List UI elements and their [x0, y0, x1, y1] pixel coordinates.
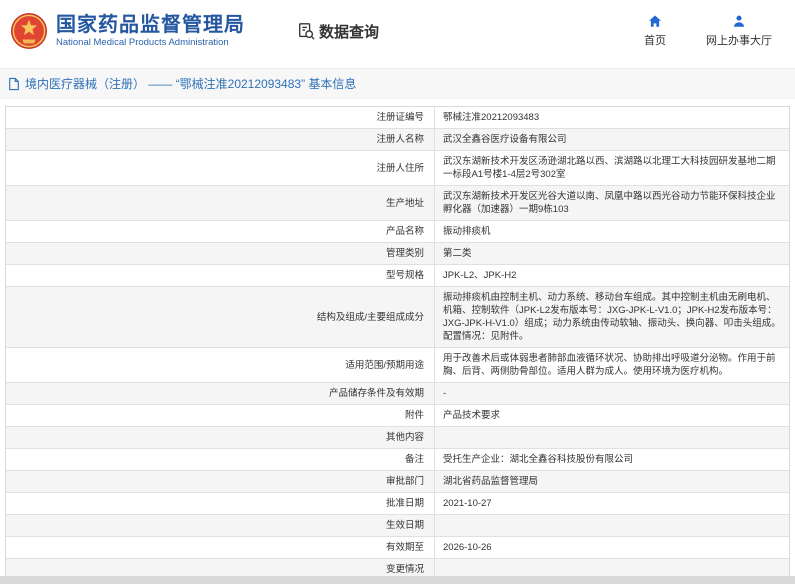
row-label: 生效日期 — [386, 519, 424, 532]
row-value — [434, 427, 789, 448]
table-row: 适用范围/预期用途 用于改善术后或体弱患者肺部血液循环状况、协助排出呼吸道分泌物… — [6, 348, 789, 383]
data-query-icon — [297, 22, 315, 40]
row-label: 有效期至 — [386, 541, 424, 554]
row-label: 审批部门 — [386, 475, 424, 488]
row-label-cell: 其他内容 — [6, 427, 434, 448]
row-value — [434, 515, 789, 536]
row-label-cell: 注册人住所 — [6, 151, 434, 185]
breadcrumb: 境内医疗器械（注册） —— “鄂械注准20212093483” 基本信息 — [0, 68, 795, 99]
row-label: 批准日期 — [386, 497, 424, 510]
row-label: 结构及组成/主要组成成分 — [317, 311, 424, 324]
row-value: 产品技术要求 — [434, 405, 789, 426]
table-row: 管理类别 第二类 — [6, 243, 789, 265]
table-row: 型号规格 JPK-L2、JPK-H2 — [6, 265, 789, 287]
row-label: 管理类别 — [386, 247, 424, 260]
table-row: 备注 受托生产企业：湖北全鑫谷科技股份有限公司 — [6, 449, 789, 471]
table-row: 注册人住所 武汉东湖新技术开发区汤逊湖北路以西、滨湖路以北理工大科技园研发基地二… — [6, 151, 789, 186]
row-label: 产品名称 — [386, 225, 424, 238]
row-label-cell: 产品储存条件及有效期 — [6, 383, 434, 404]
row-label: 生产地址 — [386, 197, 424, 210]
row-value: 振动排痰机由控制主机、动力系统、移动台车组成。其中控制主机由无刷电机、机箱、控制… — [434, 287, 789, 347]
row-label: 产品储存条件及有效期 — [329, 387, 424, 400]
user-icon — [731, 14, 747, 29]
national-emblem-logo[interactable] — [10, 12, 48, 50]
row-label: 注册证编号 — [376, 111, 424, 124]
row-value: 湖北省药品监督管理局 — [434, 471, 789, 492]
row-value: 武汉东湖新技术开发区光谷大道以南、凤凰中路以西光谷动力节能环保科技企业孵化器（加… — [434, 186, 789, 220]
document-icon — [8, 77, 20, 91]
nav-service-hall-label: 网上办事大厅 — [706, 32, 772, 48]
row-label-cell: 产品名称 — [6, 221, 434, 242]
nav-home-label: 首页 — [644, 32, 666, 48]
row-label-cell: 审批部门 — [6, 471, 434, 492]
row-label-cell: 管理类别 — [6, 243, 434, 264]
row-label: 型号规格 — [386, 269, 424, 282]
data-query-tab[interactable]: 数据查询 — [297, 21, 379, 42]
row-value: 2026-10-26 — [434, 537, 789, 558]
row-label-cell: 适用范围/预期用途 — [6, 348, 434, 382]
home-icon — [647, 14, 663, 29]
row-label: 适用范围/预期用途 — [345, 359, 424, 372]
row-label-cell: 注册人名称 — [6, 129, 434, 150]
row-label-cell: 注册证编号 — [6, 107, 434, 128]
row-label: 注册人名称 — [376, 133, 424, 146]
org-name-en: National Medical Products Administration — [56, 37, 245, 49]
row-label-cell: 有效期至 — [6, 537, 434, 558]
row-label-cell: 附件 — [6, 405, 434, 426]
table-row: 产品名称 振动排痰机 — [6, 221, 789, 243]
row-label-cell: 结构及组成/主要组成成分 — [6, 287, 434, 347]
table-row: 批准日期 2021-10-27 — [6, 493, 789, 515]
row-label-cell: 生产地址 — [6, 186, 434, 220]
table-row: 生产地址 武汉东湖新技术开发区光谷大道以南、凤凰中路以西光谷动力节能环保科技企业… — [6, 186, 789, 221]
footer-strip — [0, 576, 795, 584]
header: 国家药品监督管理局 National Medical Products Admi… — [0, 0, 795, 62]
row-value: 鄂械注准20212093483 — [434, 107, 789, 128]
data-query-label: 数据查询 — [319, 21, 379, 42]
table-row: 注册人名称 武汉全鑫谷医疗设备有限公司 — [6, 129, 789, 151]
org-title: 国家药品监督管理局 National Medical Products Admi… — [56, 13, 245, 49]
row-value: 第二类 — [434, 243, 789, 264]
row-label: 变更情况 — [386, 563, 424, 576]
table-row: 附件 产品技术要求 — [6, 405, 789, 427]
row-label-cell: 生效日期 — [6, 515, 434, 536]
row-label: 备注 — [405, 453, 424, 466]
page: 国家药品监督管理局 National Medical Products Admi… — [0, 0, 795, 584]
table-row: 其他内容 — [6, 427, 789, 449]
row-value: 武汉东湖新技术开发区汤逊湖北路以西、滨湖路以北理工大科技园研发基地二期一标段A1… — [434, 151, 789, 185]
table-row: 产品储存条件及有效期 - — [6, 383, 789, 405]
table-row: 审批部门 湖北省药品监督管理局 — [6, 471, 789, 493]
breadcrumb-text: 境内医疗器械（注册） —— “鄂械注准20212093483” 基本信息 — [25, 75, 356, 92]
row-value: 振动排痰机 — [434, 221, 789, 242]
table-row: 生效日期 — [6, 515, 789, 537]
row-label: 注册人住所 — [376, 162, 424, 175]
row-value: 2021-10-27 — [434, 493, 789, 514]
top-nav: 首页 网上办事大厅 — [613, 14, 781, 48]
org-name-cn: 国家药品监督管理局 — [56, 13, 245, 37]
nav-item-home[interactable]: 首页 — [613, 14, 697, 48]
row-label-cell: 备注 — [6, 449, 434, 470]
table-row: 结构及组成/主要组成成分 振动排痰机由控制主机、动力系统、移动台车组成。其中控制… — [6, 287, 789, 348]
table-row: 注册证编号 鄂械注准20212093483 — [6, 107, 789, 129]
table-row: 有效期至 2026-10-26 — [6, 537, 789, 559]
row-value: 用于改善术后或体弱患者肺部血液循环状况、协助排出呼吸道分泌物。作用于前胸、后背、… — [434, 348, 789, 382]
info-table: 注册证编号 鄂械注准20212093483 注册人名称 武汉全鑫谷医疗设备有限公… — [5, 106, 790, 584]
row-value: JPK-L2、JPK-H2 — [434, 265, 789, 286]
row-value: 受托生产企业：湖北全鑫谷科技股份有限公司 — [434, 449, 789, 470]
nav-item-service-hall[interactable]: 网上办事大厅 — [697, 14, 781, 48]
row-label: 其他内容 — [386, 431, 424, 444]
row-value: 武汉全鑫谷医疗设备有限公司 — [434, 129, 789, 150]
row-label-cell: 型号规格 — [6, 265, 434, 286]
row-label: 附件 — [405, 409, 424, 422]
row-label-cell: 批准日期 — [6, 493, 434, 514]
row-value: - — [434, 383, 789, 404]
